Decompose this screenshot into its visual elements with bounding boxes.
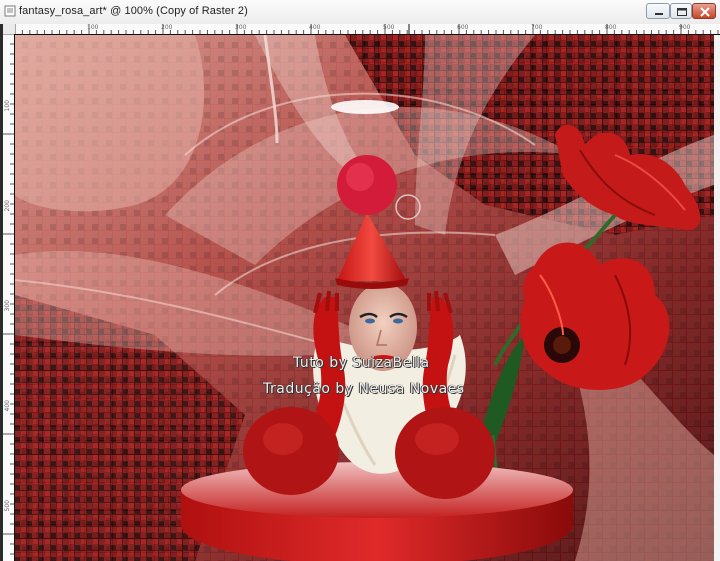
vertical-ruler-ticks (3, 34, 14, 555)
watermark-tutorial-credit: Tuto by SuizaBella (293, 355, 430, 371)
maximize-icon (677, 8, 687, 16)
ruler-label: 700 (531, 24, 543, 31)
ruler-label: 400 (4, 400, 11, 412)
ruler-label: 800 (605, 24, 617, 31)
ruler-corner (3, 24, 15, 34)
document-icon (4, 5, 16, 17)
ruler-label: 100 (4, 100, 11, 112)
image-window: fantasy_rosa_art* @ 100% (Copy of Raster… (0, 0, 720, 561)
scrollbar-area[interactable] (714, 35, 720, 561)
ruler-label: 400 (309, 24, 321, 31)
ruler-label: 300 (4, 300, 11, 312)
ruler-label: 500 (383, 24, 395, 31)
minimize-icon (655, 13, 663, 15)
watermark-translation-credit: Tradução by Neusa Novaes (263, 381, 465, 397)
artwork (15, 35, 714, 561)
image-canvas[interactable]: Tuto by SuizaBella Tradução by Neusa Nov… (15, 35, 714, 561)
close-icon (700, 7, 710, 17)
ruler-label: 200 (4, 200, 11, 212)
ruler-label: 500 (4, 500, 11, 512)
close-button[interactable] (692, 3, 716, 19)
ruler-label: 200 (161, 24, 173, 31)
ruler-label: 100 (87, 24, 99, 31)
ruler-label: 300 (235, 24, 247, 31)
minimize-button[interactable] (646, 3, 670, 19)
ruler-label: 600 (457, 24, 469, 31)
vertical-ruler[interactable]: 100 200 300 400 500 (3, 34, 15, 561)
horizontal-ruler[interactable]: 100 200 300 400 500 600 700 800 900 (15, 24, 720, 35)
window-title: fantasy_rosa_art* @ 100% (Copy of Raster… (19, 5, 248, 17)
ruler-label: 900 (679, 24, 691, 31)
title-bar[interactable]: fantasy_rosa_art* @ 100% (Copy of Raster… (0, 0, 720, 25)
maximize-button[interactable] (670, 3, 692, 19)
